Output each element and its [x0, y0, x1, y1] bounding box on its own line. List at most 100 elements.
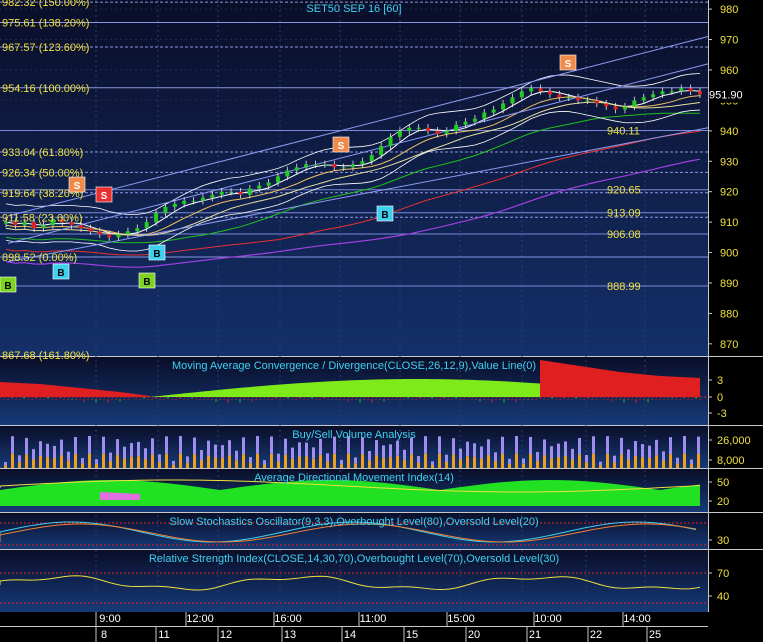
signal-marker-label: B [143, 277, 150, 288]
volume-buy-bar [655, 439, 658, 456]
volume-buy-bar [4, 462, 7, 466]
volume-sell-bar [382, 457, 385, 468]
candle-body [501, 103, 506, 110]
candle-body [585, 100, 590, 102]
volume-sell-bar [620, 454, 623, 468]
candle-body [154, 212, 159, 223]
y-tick-label: 930 [720, 156, 738, 168]
volume-buy-bar [18, 455, 21, 463]
candle-body [247, 188, 252, 195]
volume-buy-bar [200, 450, 203, 460]
candle-body [651, 94, 656, 98]
volume-sell-bar [60, 455, 63, 468]
volume-buy-bar [571, 448, 574, 460]
volume-sell-bar [578, 454, 581, 468]
signal-marker-label: S [565, 59, 572, 70]
volume-sell-bar [25, 454, 28, 468]
volume-sell-bar [116, 455, 119, 468]
volume-sell-bar [102, 453, 105, 468]
volume-buy-bar [487, 439, 490, 456]
volume-sell-bar [522, 463, 525, 468]
volume-sell-bar [67, 460, 70, 468]
volume-sell-bar [354, 463, 357, 468]
signal-marker-label: S [338, 141, 345, 152]
candle-body [294, 167, 299, 171]
volume-buy-bar [403, 449, 406, 460]
volume-buy-bar [319, 438, 322, 455]
volume-sell-bar [277, 461, 280, 468]
volume-sell-bar [319, 454, 322, 468]
date-tick-label: 15 [406, 629, 418, 641]
volume-sell-bar [606, 453, 609, 468]
signal-marker-label: B [4, 281, 11, 292]
panel-main-background [0, 0, 708, 356]
volume-sell-bar [347, 453, 350, 468]
candle-body [669, 91, 674, 93]
volume-sell-bar [193, 454, 196, 468]
candle-body [341, 167, 346, 169]
panel-title-adx: Average Directional Movement Index(14) [254, 472, 454, 484]
volume-buy-bar [375, 440, 378, 456]
candle-body [332, 164, 337, 168]
volume-sell-bar [249, 463, 252, 468]
candle-body [426, 127, 431, 131]
volume-sell-bar [74, 454, 77, 468]
panel-tick-label: 70 [717, 568, 729, 580]
time-tick-label: 14:00 [623, 613, 651, 625]
candle-body [275, 176, 280, 183]
volume-buy-bar [102, 436, 105, 454]
volume-buy-bar [312, 447, 315, 459]
volume-sell-bar [200, 459, 203, 468]
volume-sell-bar [95, 464, 98, 468]
volume-sell-bar [4, 465, 7, 468]
volume-buy-bar [564, 441, 567, 457]
volume-sell-bar [158, 461, 161, 468]
candle-body [182, 200, 187, 204]
volume-buy-bar [305, 442, 308, 457]
candle-body [444, 130, 449, 134]
date-tick-label: 13 [284, 629, 296, 641]
volume-sell-bar [676, 463, 679, 468]
candle-body [557, 94, 562, 98]
volume-buy-bar [144, 448, 147, 460]
volume-buy-bar [193, 437, 196, 455]
volume-buy-bar [585, 455, 588, 463]
volume-buy-bar [648, 445, 651, 458]
volume-sell-bar [445, 462, 448, 468]
volume-buy-bar [459, 448, 462, 460]
volume-sell-bar [242, 454, 245, 468]
volume-sell-bar [438, 453, 441, 468]
volume-sell-bar [634, 455, 637, 468]
volume-buy-bar [277, 453, 280, 462]
candle-body [79, 225, 84, 229]
signal-marker-label: B [153, 249, 160, 260]
volume-buy-bar [116, 439, 119, 456]
candle-body [172, 203, 177, 207]
volume-sell-bar [466, 456, 469, 468]
volume-buy-bar [690, 459, 693, 465]
candle-body [688, 88, 693, 92]
panel-tick-label: 30 [717, 535, 729, 547]
panel-title-stoch: Slow Stochastics Oscillator(9,3,3),Overb… [169, 516, 538, 528]
volume-sell-bar [627, 459, 630, 468]
candle-body [144, 222, 149, 229]
volume-sell-bar [305, 456, 308, 468]
candle-body [285, 170, 290, 177]
candle-body [407, 127, 412, 131]
volume-sell-bar [641, 457, 644, 468]
panel-tick-label: 20 [717, 496, 729, 508]
panel-tick-label: 3 [717, 375, 723, 387]
candle-body [97, 231, 102, 235]
candle-body [576, 97, 581, 101]
volume-buy-bar [550, 446, 553, 459]
volume-buy-bar [494, 452, 497, 461]
volume-sell-bar [284, 454, 287, 468]
candle-body [613, 106, 618, 110]
volume-sell-bar [690, 464, 693, 468]
volume-buy-bar [340, 459, 343, 465]
signal-marker-label: B [381, 210, 388, 221]
volume-buy-bar [25, 437, 28, 455]
date-tick-label: 14 [344, 629, 356, 641]
volume-buy-bar [291, 447, 294, 459]
volume-sell-bar [123, 458, 126, 468]
